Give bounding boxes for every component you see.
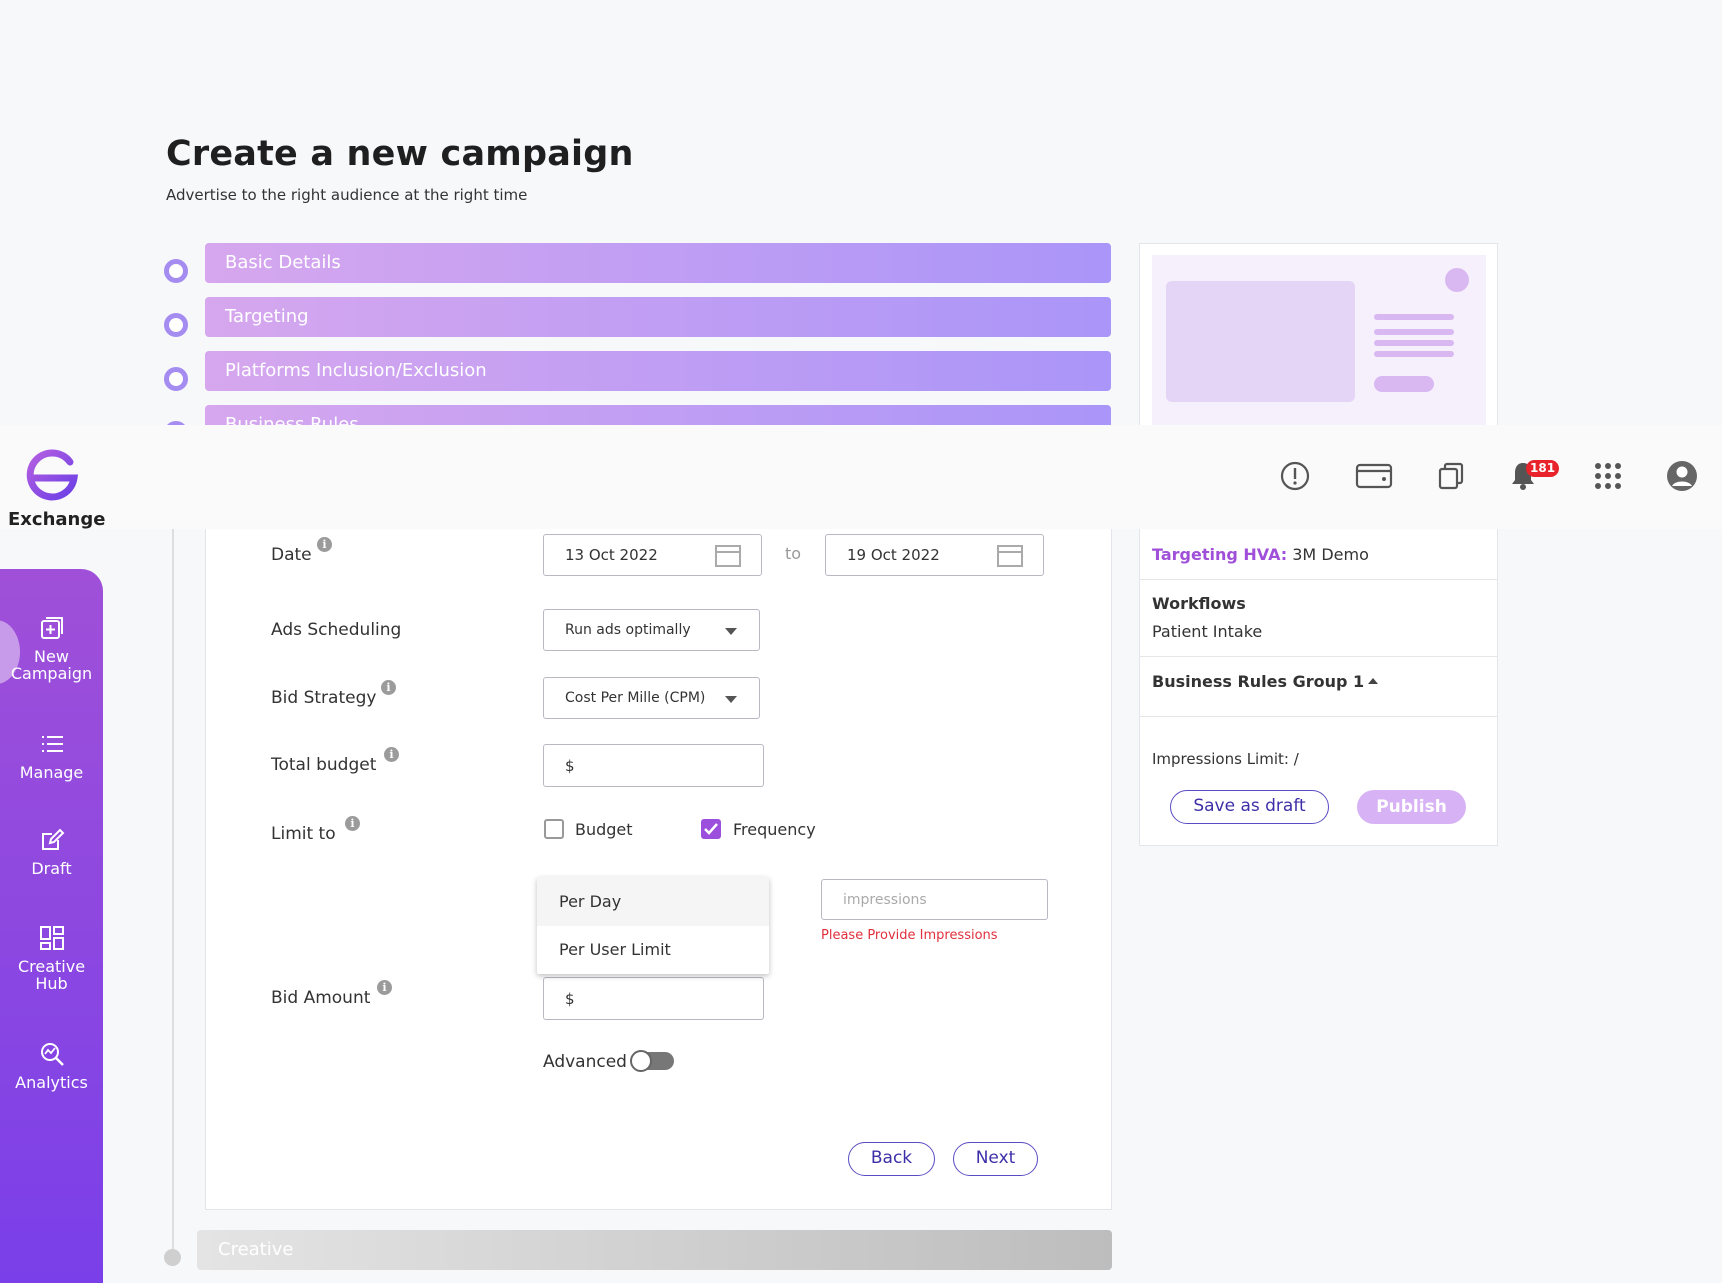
preview-button-placeholder: [1374, 376, 1434, 392]
account-icon[interactable]: [1665, 459, 1699, 493]
currency-prefix: $: [565, 756, 575, 775]
sidebar-item-new-campaign[interactable]: New Campaign: [0, 614, 103, 682]
frequency-checkbox-label: Frequency: [733, 820, 816, 839]
preview-text-line: [1374, 340, 1454, 346]
step-dot-creative: [164, 1249, 181, 1266]
end-date-field[interactable]: 19 Oct 2022: [825, 534, 1044, 576]
step-dot-platforms: [164, 367, 188, 391]
menu-item-per-user-limit[interactable]: Per User Limit: [537, 925, 769, 974]
info-icon[interactable]: i: [317, 537, 332, 552]
bid-strategy-select[interactable]: Cost Per Mille (CPM): [543, 677, 760, 719]
calendar-icon[interactable]: [715, 545, 741, 567]
brand-name: Exchange: [8, 509, 106, 530]
new-campaign-icon: [40, 617, 63, 639]
ad-preview-card: [1139, 243, 1498, 426]
step-targeting[interactable]: Targeting: [205, 297, 1111, 337]
summary-targeting-key: Targeting HVA:: [1152, 545, 1288, 564]
total-budget-input[interactable]: $: [543, 744, 764, 787]
total-budget-label: Total budget: [271, 755, 377, 775]
grid-icon: [39, 926, 64, 950]
summary-impressions-limit: Impressions Limit: /: [1152, 750, 1299, 768]
impressions-error: Please Provide Impressions: [821, 928, 998, 943]
bid-amount-label: Bid Amount: [271, 988, 371, 1008]
notification-badge: 181: [1526, 460, 1560, 477]
start-date-field[interactable]: 13 Oct 2022: [543, 534, 762, 576]
ads-scheduling-label: Ads Scheduling: [271, 620, 402, 640]
bid-strategy-label: Bid Strategy: [271, 688, 377, 708]
next-button[interactable]: Next: [953, 1142, 1038, 1176]
sidebar-item-label: Manage: [19, 763, 84, 782]
divider: [1140, 579, 1497, 580]
toggle-knob: [630, 1050, 652, 1072]
checkmark-icon: [704, 823, 718, 835]
currency-prefix: $: [565, 989, 575, 1008]
sidebar-item-analytics[interactable]: Analytics: [0, 1040, 103, 1091]
summary-targeting-value: 3M Demo: [1292, 545, 1369, 564]
info-icon[interactable]: i: [377, 980, 392, 995]
back-button[interactable]: Back: [848, 1142, 935, 1176]
preview-avatar-placeholder: [1445, 268, 1469, 292]
steps-timeline: [172, 529, 174, 1259]
impressions-input[interactable]: impressions: [821, 879, 1048, 920]
limit-to-label: Limit to: [271, 824, 336, 844]
analytics-icon: [40, 1043, 64, 1066]
summary-workflows-value: Patient Intake: [1152, 622, 1263, 641]
sidebar-item-label: Analytics: [15, 1073, 88, 1092]
budget-checkbox[interactable]: [544, 819, 564, 839]
summary-targeting: Targeting HVA: 3M Demo: [1152, 545, 1369, 564]
impressions-placeholder: impressions: [843, 891, 927, 908]
bid-amount-input[interactable]: $: [543, 977, 764, 1020]
publish-button[interactable]: Publish: [1357, 790, 1466, 824]
chevron-down-icon: [725, 696, 737, 703]
sidebar-item-manage[interactable]: Manage: [0, 730, 103, 781]
date-label: Date: [271, 545, 312, 565]
preview-text-line: [1374, 351, 1454, 357]
frequency-checkbox[interactable]: [701, 819, 721, 839]
ad-preview-illustration: [1152, 255, 1486, 426]
menu-item-per-day[interactable]: Per Day: [537, 877, 769, 926]
sidebar-item-label: Draft: [31, 859, 72, 878]
preview-image-placeholder: [1166, 281, 1355, 402]
end-date-value: 19 Oct 2022: [847, 546, 940, 564]
step-dot-targeting: [164, 313, 188, 337]
date-separator: to: [785, 544, 802, 563]
step-dot-basic-details: [164, 259, 188, 283]
alert-icon[interactable]: [1278, 459, 1312, 493]
save-draft-button[interactable]: Save as draft: [1170, 790, 1329, 824]
ads-scheduling-value: Run ads optimally: [565, 622, 691, 638]
summary-workflows-key: Workflows: [1152, 594, 1246, 613]
chevron-down-icon: [725, 628, 737, 635]
start-date-value: 13 Oct 2022: [565, 546, 658, 564]
info-icon[interactable]: i: [345, 816, 360, 831]
sidebar-item-label: New Campaign: [10, 647, 93, 683]
sidebar-item-label: Creative Hub: [17, 957, 86, 993]
calendar-icon[interactable]: [997, 545, 1023, 567]
bid-strategy-value: Cost Per Mille (CPM): [565, 690, 706, 706]
chevron-up-icon[interactable]: [1367, 676, 1379, 686]
info-icon[interactable]: i: [381, 680, 396, 695]
divider: [1140, 716, 1497, 717]
ads-scheduling-select[interactable]: Run ads optimally: [543, 609, 760, 651]
exchange-logo-icon: [26, 449, 79, 501]
wallet-icon[interactable]: [1355, 459, 1393, 493]
step-business-rules[interactable]: Business Rules: [205, 405, 1111, 425]
edit-icon: [41, 828, 64, 850]
sidebar-item-creative-hub[interactable]: Creative Hub: [0, 924, 103, 992]
info-icon[interactable]: i: [384, 747, 399, 762]
budget-checkbox-label: Budget: [575, 820, 633, 839]
preview-text-line: [1374, 329, 1454, 335]
advanced-label: Advanced: [543, 1052, 627, 1072]
apps-grid-icon[interactable]: [1591, 459, 1625, 493]
step-creative[interactable]: Creative: [197, 1230, 1112, 1270]
frequency-period-menu: Per Day Per User Limit: [537, 877, 769, 974]
list-icon: [41, 736, 63, 752]
advanced-toggle[interactable]: [630, 1050, 674, 1072]
copy-icon[interactable]: [1434, 459, 1468, 493]
sidebar-item-draft[interactable]: Draft: [0, 826, 103, 877]
preview-text-line: [1374, 314, 1454, 320]
step-platforms[interactable]: Platforms Inclusion/Exclusion: [205, 351, 1111, 391]
divider: [1140, 656, 1497, 657]
summary-rules-group[interactable]: Business Rules Group 1: [1152, 672, 1364, 691]
step-basic-details[interactable]: Basic Details: [205, 243, 1111, 283]
